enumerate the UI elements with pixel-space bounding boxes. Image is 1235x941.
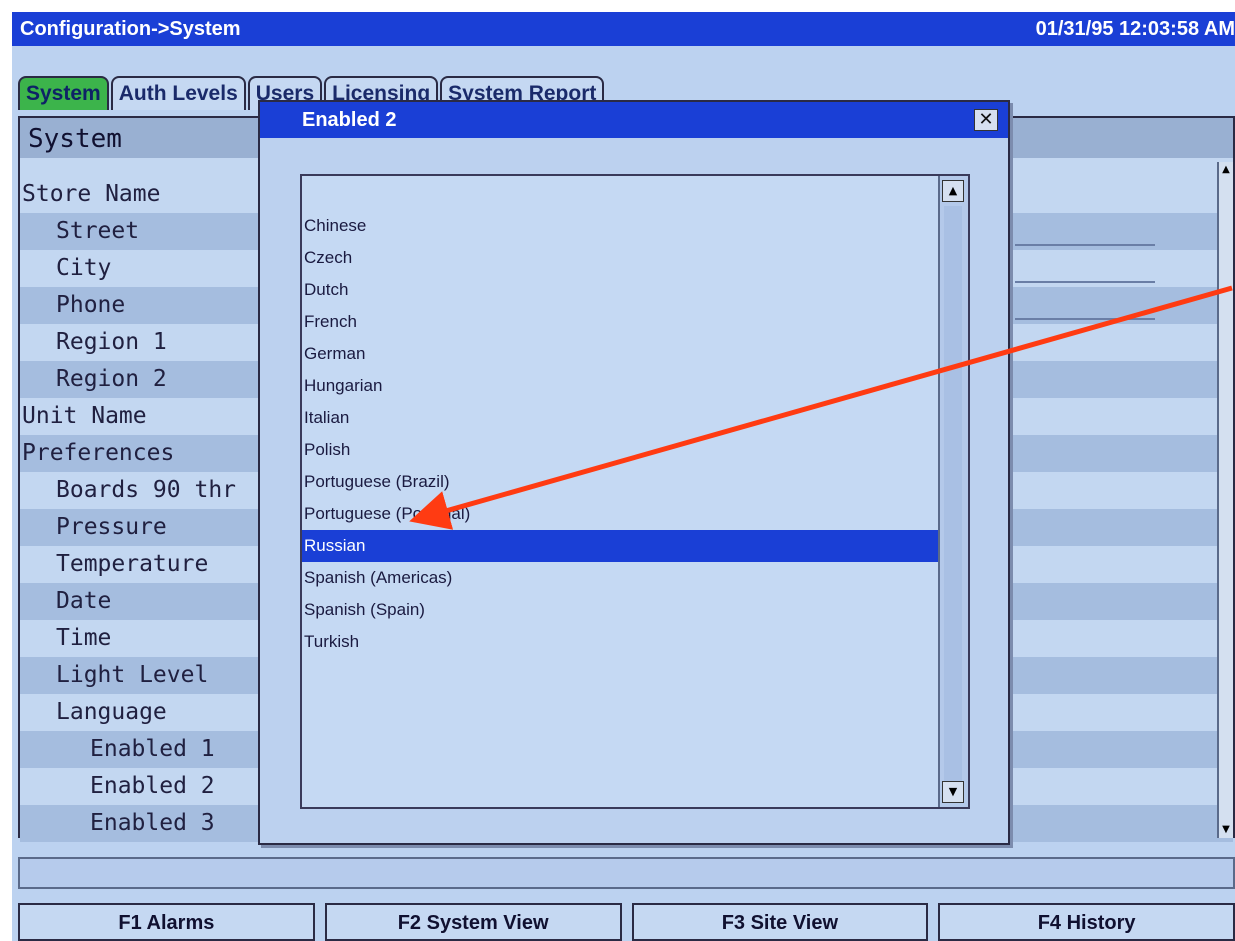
f1-alarms-button[interactable]: F1 Alarms	[18, 903, 315, 941]
arrow-down-icon[interactable]: ▼	[1219, 822, 1233, 838]
language-listbox[interactable]: Chinese Czech Dutch French German Hungar…	[300, 174, 970, 809]
scroll-track[interactable]	[944, 206, 962, 781]
panel-scrollbar[interactable]: ▲ ▼	[1217, 162, 1233, 838]
list-item[interactable]: Hungarian	[302, 370, 938, 402]
list-item[interactable]: Spanish (Spain)	[302, 594, 938, 626]
listbox-scrollbar[interactable]: ▲ ▼	[938, 176, 968, 807]
list-item[interactable]: Portuguese (Brazil)	[302, 466, 938, 498]
list-item[interactable]: Czech	[302, 242, 938, 274]
value-underline	[1015, 244, 1155, 246]
f3-site-view-button[interactable]: F3 Site View	[631, 903, 929, 941]
list-item[interactable]: Chinese	[302, 210, 938, 242]
f4-history-button[interactable]: F4 History	[938, 903, 1235, 941]
close-icon[interactable]: ✕	[974, 109, 998, 131]
language-dialog: Enabled 2 ✕ Chinese Czech Dutch French G…	[258, 100, 1010, 845]
list-item[interactable]: Italian	[302, 402, 938, 434]
status-bar	[18, 857, 1235, 889]
list-item[interactable]: Dutch	[302, 274, 938, 306]
list-item[interactable]: Turkish	[302, 626, 938, 658]
arrow-up-icon[interactable]: ▲	[1219, 162, 1233, 178]
dialog-title: Enabled 2	[260, 102, 1008, 138]
list-item[interactable]: French	[302, 306, 938, 338]
language-options: Chinese Czech Dutch French German Hungar…	[302, 210, 938, 658]
list-item-selected[interactable]: Russian	[302, 530, 938, 562]
window-title: Configuration->System	[20, 18, 241, 40]
value-underline	[1015, 281, 1155, 283]
value-underline	[1015, 318, 1155, 320]
list-item[interactable]: Spanish (Americas)	[302, 562, 938, 594]
tab-auth-levels[interactable]: Auth Levels	[110, 76, 246, 110]
controller-screen: Configuration->System 01/31/95 12:03:58 …	[12, 12, 1235, 941]
list-item[interactable]: Polish	[302, 434, 938, 466]
function-key-bar: F1 Alarms F2 System View F3 Site View F4…	[18, 903, 1235, 941]
list-item[interactable]: Portuguese (Portugal)	[302, 498, 938, 530]
system-clock: 01/31/95 12:03:58 AM	[1035, 18, 1235, 40]
list-item[interactable]: German	[302, 338, 938, 370]
tab-system[interactable]: System	[18, 76, 109, 110]
arrow-up-icon[interactable]: ▲	[942, 180, 964, 202]
title-bar: Configuration->System 01/31/95 12:03:58 …	[12, 12, 1235, 46]
f2-system-view-button[interactable]: F2 System View	[324, 903, 622, 941]
arrow-down-icon[interactable]: ▼	[942, 781, 964, 803]
